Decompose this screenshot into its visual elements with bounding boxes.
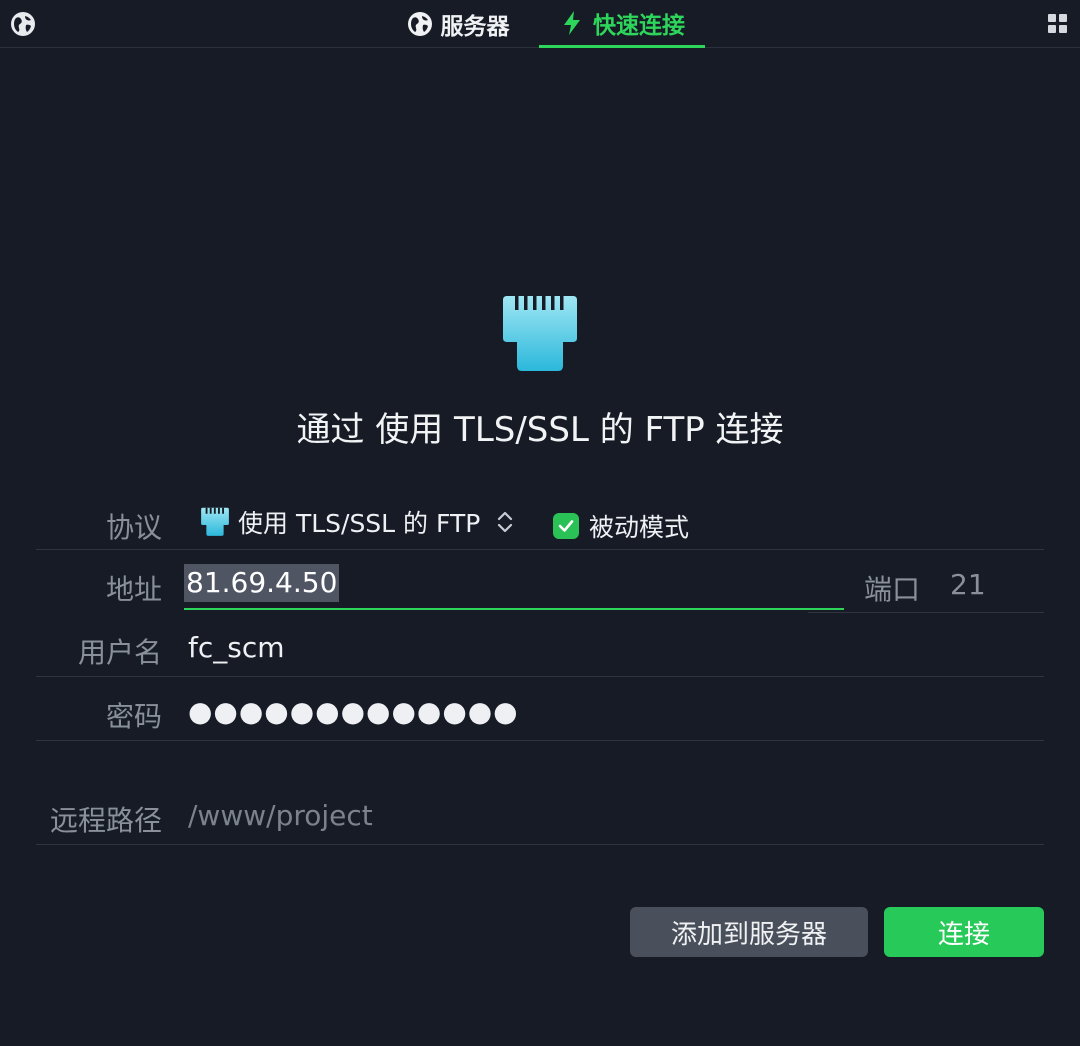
password-input[interactable]: ●●●●●●●●●●●●● bbox=[188, 695, 519, 728]
protocol-label: 协议 bbox=[105, 511, 162, 544]
add-to-servers-button[interactable]: 添加到服务器 bbox=[630, 907, 868, 957]
address-label: 地址 bbox=[105, 573, 162, 606]
protocol-value: 使用 TLS/SSL 的 FTP bbox=[238, 509, 481, 538]
port-input[interactable]: 21 bbox=[950, 568, 986, 601]
password-row: 密码 ●●●●●●●●●●●●● bbox=[36, 677, 1044, 741]
connect-button[interactable]: 连接 bbox=[884, 907, 1044, 957]
address-row: 地址 81.69.4.50 端口 21 bbox=[36, 548, 1044, 612]
protocol-row: 协议 使用 TLS/SSL 的 FTP 被动模式 bbox=[36, 486, 1044, 550]
passive-mode-checkbox[interactable]: 被动模式 bbox=[553, 508, 689, 544]
username-row: 用户名 fc_scm bbox=[36, 613, 1044, 677]
remote-path-input[interactable]: /www/project bbox=[188, 799, 373, 832]
port-label: 端口 bbox=[864, 573, 921, 606]
remote-path-label: 远程路径 bbox=[49, 804, 162, 837]
tab-quick-connect-label: 快速连接 bbox=[593, 12, 685, 39]
ethernet-plug-icon bbox=[201, 507, 229, 536]
username-label: 用户名 bbox=[77, 636, 162, 669]
tab-servers-label: 服务器 bbox=[440, 14, 510, 40]
top-bar: 服务器 快速连接 bbox=[0, 0, 1080, 48]
chevron-up-down-icon bbox=[498, 511, 513, 533]
tab-quick-connect[interactable]: 快速连接 bbox=[539, 0, 705, 48]
globe-icon bbox=[407, 12, 432, 36]
passive-mode-label: 被动模式 bbox=[589, 513, 690, 542]
remote-path-row: 远程路径 /www/project bbox=[36, 781, 1044, 845]
ethernet-plug-icon bbox=[503, 296, 577, 371]
tab-servers[interactable]: 服务器 bbox=[388, 0, 528, 48]
globe-icon[interactable] bbox=[10, 11, 36, 37]
protocol-select[interactable]: 使用 TLS/SSL 的 FTP bbox=[200, 504, 514, 540]
page-title: 通过 使用 TLS/SSL 的 FTP 连接 bbox=[296, 410, 784, 450]
username-input[interactable]: fc_scm bbox=[188, 631, 285, 664]
checkmark-icon[interactable] bbox=[553, 513, 579, 539]
lightning-icon bbox=[564, 10, 580, 35]
password-label: 密码 bbox=[105, 700, 162, 733]
address-value: 81.69.4.50 bbox=[184, 564, 340, 602]
address-input[interactable]: 81.69.4.50 bbox=[184, 564, 844, 610]
grid-view-icon[interactable] bbox=[1048, 14, 1068, 34]
